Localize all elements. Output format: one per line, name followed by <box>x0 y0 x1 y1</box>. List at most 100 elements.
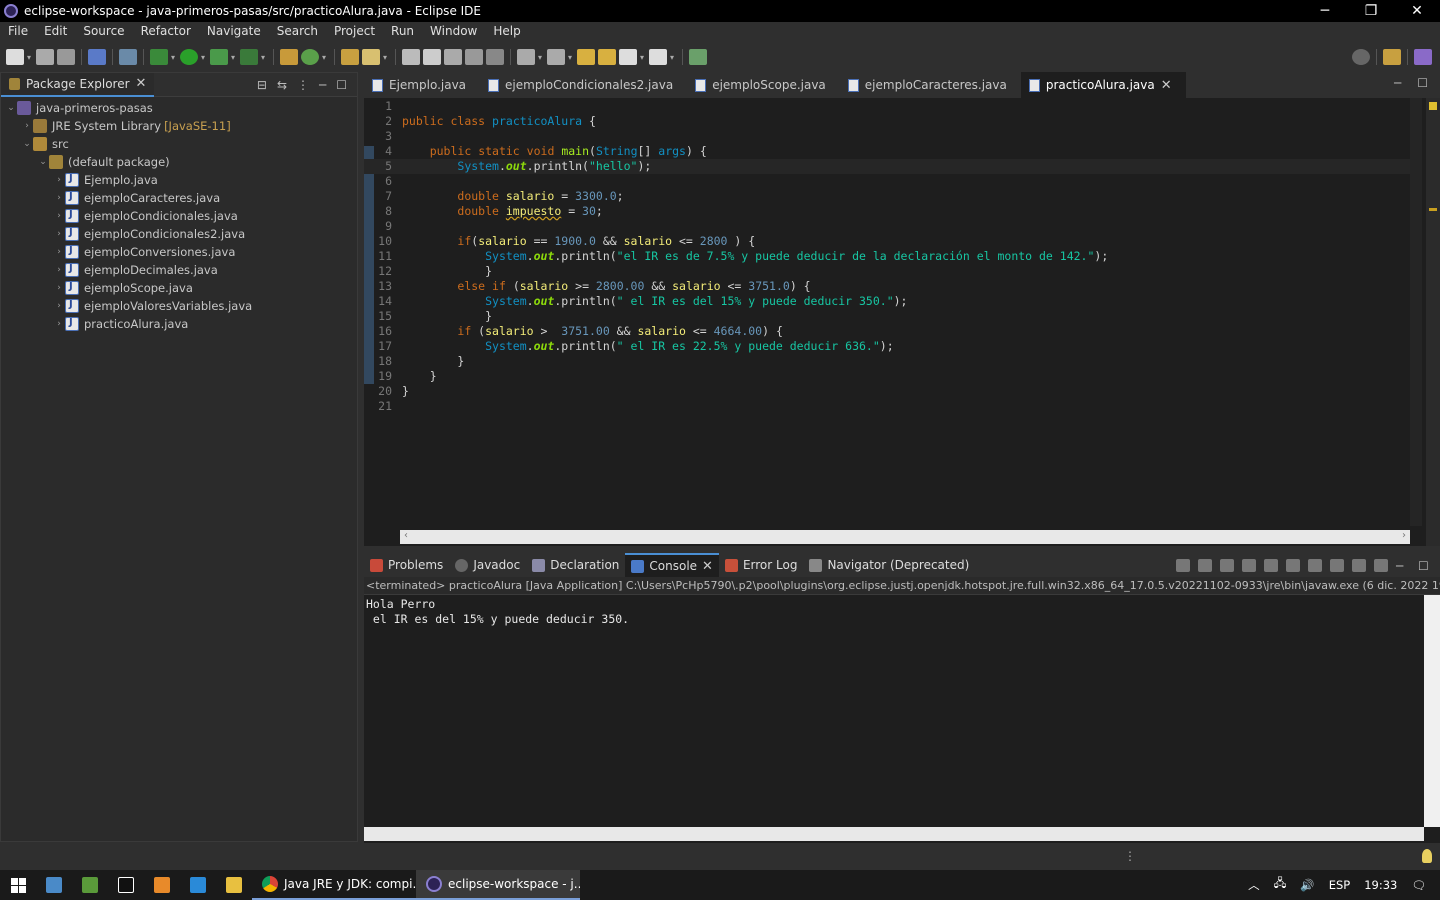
menu-run[interactable]: Run <box>383 22 422 42</box>
save-all-icon[interactable] <box>57 49 75 65</box>
dropdown-arrow-icon[interactable]: ▾ <box>538 53 544 62</box>
tree-item-file[interactable]: › ejemploCondicionales.java <box>1 207 357 225</box>
tab-declaration[interactable]: Declaration <box>526 553 625 577</box>
taskbar-chrome-window[interactable]: Java JRE y JDK: compi... <box>252 870 416 900</box>
tab-navigator[interactable]: Navigator (Deprecated) <box>803 553 975 577</box>
maximize-view-icon[interactable]: ☐ <box>1417 76 1428 90</box>
network-icon[interactable]: 🖧 <box>1274 876 1287 895</box>
chevron-right-icon[interactable]: › <box>53 301 65 311</box>
menu-help[interactable]: Help <box>485 22 528 42</box>
chevron-right-icon[interactable]: › <box>53 283 65 293</box>
remove-all-terminated-icon[interactable] <box>1220 558 1234 572</box>
dropdown-arrow-icon[interactable]: ▾ <box>231 53 237 62</box>
pin-editor-icon[interactable] <box>689 49 707 65</box>
terminal-icon[interactable] <box>88 49 106 65</box>
show-on-stderr-icon[interactable] <box>1308 558 1322 572</box>
menu-window[interactable]: Window <box>422 22 485 42</box>
dropdown-arrow-icon[interactable]: ▾ <box>171 53 177 62</box>
back-icon[interactable] <box>619 49 637 65</box>
open-console-icon[interactable] <box>1374 558 1388 572</box>
menu-edit[interactable]: Edit <box>36 22 75 42</box>
chevron-down-icon[interactable]: ⌄ <box>37 157 49 167</box>
chevron-up-icon[interactable]: ︿ <box>1248 877 1260 893</box>
word-wrap-icon[interactable] <box>1264 558 1278 572</box>
tab-ejemplo-caracteres[interactable]: ejemploCaracteres.java <box>840 72 1021 98</box>
notifications-icon[interactable]: 🗨 <box>1411 878 1426 892</box>
menu-search[interactable]: Search <box>269 22 326 42</box>
tree-item-jre[interactable]: › JRE System Library [JavaSE-11] <box>1 117 357 135</box>
tab-javadoc[interactable]: Javadoc <box>449 553 526 577</box>
chevron-right-icon[interactable]: › <box>53 193 65 203</box>
close-button[interactable]: ✕ <box>1394 3 1440 19</box>
menu-file[interactable]: File <box>0 22 36 42</box>
dropdown-arrow-icon[interactable]: ▾ <box>27 53 33 62</box>
dropdown-arrow-icon[interactable]: ▾ <box>670 53 676 62</box>
menu-refactor[interactable]: Refactor <box>133 22 199 42</box>
menu-source[interactable]: Source <box>75 22 132 42</box>
skip-breakpoints-icon[interactable] <box>119 49 137 65</box>
coverage-icon[interactable] <box>210 49 228 65</box>
chevron-down-icon[interactable]: ⌄ <box>5 103 17 113</box>
dropdown-arrow-icon[interactable]: ▾ <box>261 53 267 62</box>
console-horizontal-scrollbar[interactable] <box>364 827 1424 841</box>
taskbar-node-app[interactable] <box>72 870 108 900</box>
dropdown-arrow-icon[interactable]: ▾ <box>201 53 207 62</box>
maximize-view-icon[interactable]: ☐ <box>336 78 347 92</box>
chevron-right-icon[interactable]: › <box>53 319 65 329</box>
forward-edit-icon[interactable] <box>598 49 616 65</box>
tree-item-file[interactable]: › ejemploConversiones.java <box>1 243 357 261</box>
debug-icon[interactable] <box>150 49 168 65</box>
tree-item-project[interactable]: ⌄ java-primeros-pasas <box>1 99 357 117</box>
close-icon[interactable]: ✕ <box>702 559 713 574</box>
console-vertical-scrollbar[interactable] <box>1424 595 1440 827</box>
chevron-down-icon[interactable]: ⌄ <box>21 139 33 149</box>
search-toolbar-icon[interactable] <box>362 49 380 65</box>
chevron-right-icon[interactable]: › <box>53 265 65 275</box>
start-button[interactable] <box>0 877 36 893</box>
tree-item-file[interactable]: › ejemploValoresVariables.java <box>1 297 357 315</box>
clock[interactable]: 19:33 <box>1364 878 1397 892</box>
minimize-view-icon[interactable]: ─ <box>1394 76 1401 90</box>
java-perspective-icon[interactable] <box>1414 49 1432 65</box>
tab-package-explorer[interactable]: Package Explorer ✕ <box>1 72 155 97</box>
tree-item-file[interactable]: › ejemploCaracteres.java <box>1 189 357 207</box>
open-type-icon[interactable] <box>341 49 359 65</box>
taskbar-eclipse-window[interactable]: eclipse-workspace - j... <box>416 870 580 900</box>
tab-ejemplo-condicionales2[interactable]: ejemploCondicionales2.java <box>480 72 687 98</box>
dropdown-arrow-icon[interactable]: ▾ <box>640 53 646 62</box>
new-java-class-icon[interactable] <box>301 49 319 65</box>
chevron-right-icon[interactable]: › <box>53 175 65 185</box>
taskbar-explorer-app[interactable] <box>216 870 252 900</box>
console-output[interactable]: Hola Perro el IR es del 15% y puede dedu… <box>364 595 1422 827</box>
display-console-icon[interactable] <box>1352 558 1366 572</box>
chevron-right-icon[interactable]: › <box>21 121 33 131</box>
word-wrap-icon[interactable] <box>465 49 483 65</box>
close-icon[interactable]: ✕ <box>136 76 147 91</box>
language-indicator[interactable]: ESP <box>1329 878 1351 892</box>
tab-console[interactable]: Console ✕ <box>625 553 719 577</box>
tree-item-file[interactable]: › Ejemplo.java <box>1 171 357 189</box>
dropdown-arrow-icon[interactable]: ▾ <box>322 53 328 62</box>
restore-button[interactable]: ❐ <box>1348 3 1394 19</box>
chevron-right-icon[interactable]: › <box>53 247 65 257</box>
menu-project[interactable]: Project <box>326 22 383 42</box>
code-area[interactable]: 1 2 public class practicoAlura { 3 4 publ… <box>364 98 1410 526</box>
tree-item-file[interactable]: › ejemploDecimales.java <box>1 261 357 279</box>
volume-icon[interactable]: 🔊 <box>1300 878 1314 892</box>
maximize-view-icon[interactable]: ☐ <box>1418 559 1432 573</box>
warning-marker[interactable] <box>1429 208 1437 211</box>
tab-problems[interactable]: Problems <box>364 553 449 577</box>
tree-item-file[interactable]: › practicoAlura.java <box>1 315 357 333</box>
tree-item-default-package[interactable]: ⌄ (default package) <box>1 153 357 171</box>
new-icon[interactable] <box>6 49 24 65</box>
status-handle-icon[interactable]: ⋮ <box>1124 849 1136 863</box>
tree-item-file[interactable]: › ejemploCondicionales2.java <box>1 225 357 243</box>
scroll-left-icon[interactable]: ‹ <box>404 530 408 541</box>
tab-ejemplo[interactable]: Ejemplo.java <box>364 72 480 98</box>
link-with-editor-icon[interactable]: ⇆ <box>277 78 287 92</box>
dropdown-arrow-icon[interactable]: ▾ <box>383 53 389 62</box>
save-icon[interactable] <box>36 49 54 65</box>
tab-error-log[interactable]: Error Log <box>719 553 804 577</box>
show-whitespace-icon[interactable] <box>486 49 504 65</box>
tab-practico-alura[interactable]: practicoAlura.java ✕ <box>1020 72 1186 98</box>
